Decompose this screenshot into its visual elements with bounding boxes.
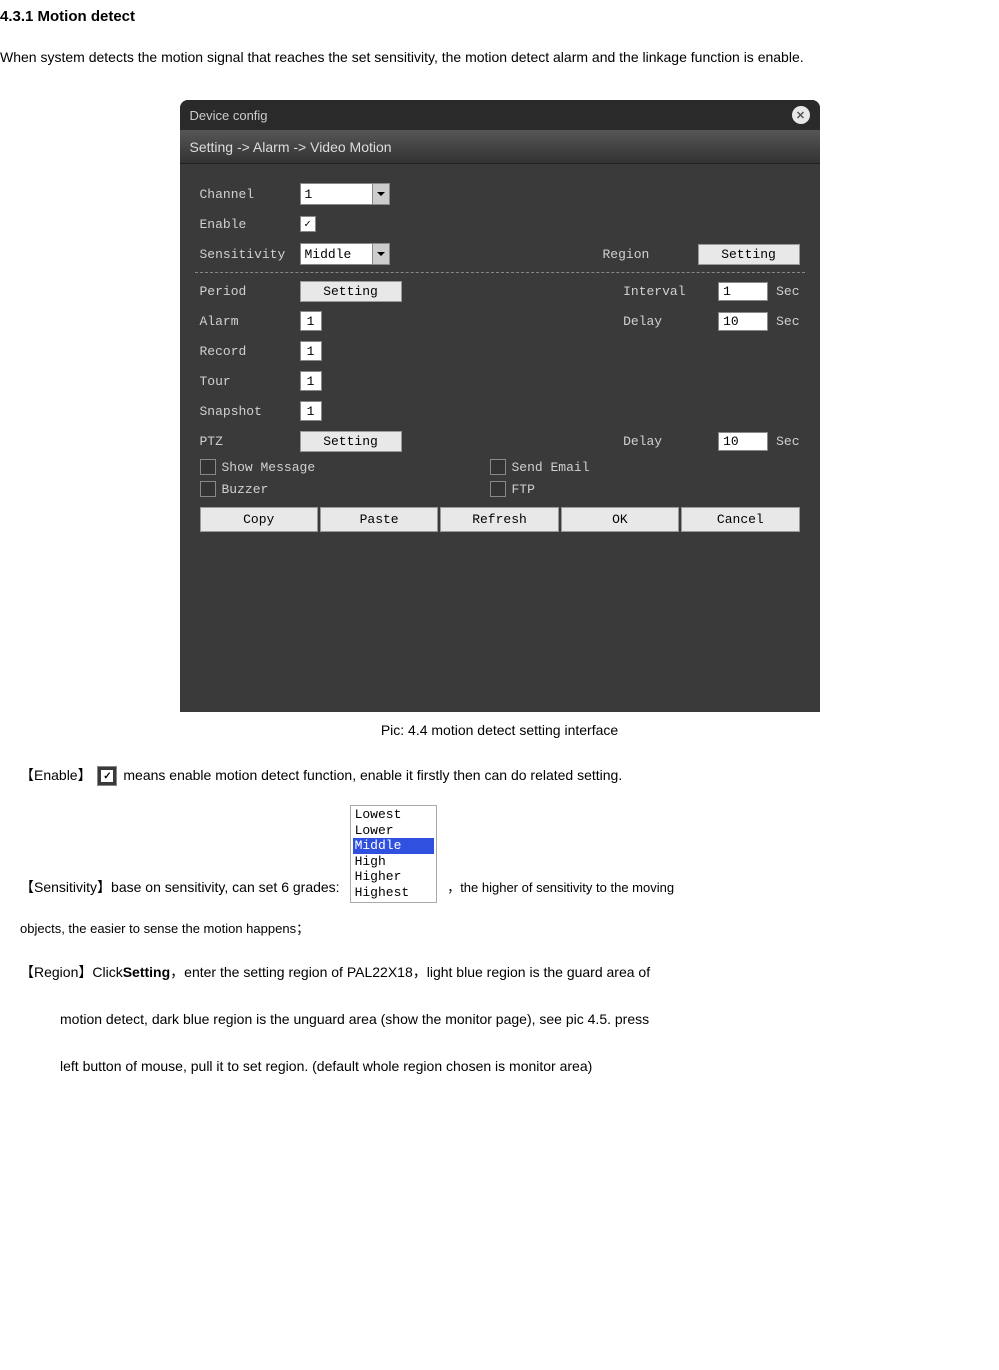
buzzer-label: Buzzer [222, 482, 269, 497]
refresh-button[interactable]: Refresh [440, 507, 558, 532]
intro-paragraph: When system detects the motion signal th… [0, 40, 999, 75]
snapshot-label: Snapshot [200, 404, 300, 419]
channel-label: Channel [200, 187, 300, 202]
delay2-label: Delay [623, 434, 718, 449]
sensitivity-description: 【Sensitivity】 base on sensitivity, can s… [20, 805, 979, 903]
sensitivity-options-icon: Lowest Lower Middle High Higher Highest [350, 805, 438, 903]
ok-button[interactable]: OK [561, 507, 679, 532]
titlebar: Device config ✕ [180, 100, 820, 130]
delay-input[interactable]: 10 [718, 312, 768, 331]
paste-button[interactable]: Paste [320, 507, 438, 532]
dialog-screenshot: Device config ✕ Setting -> Alarm -> Vide… [180, 100, 820, 712]
alarm-toggle[interactable]: 1 [300, 311, 322, 331]
checkbox-checked-icon: ✓ [97, 766, 117, 786]
delay-label: Delay [623, 314, 718, 329]
delay-unit: Sec [776, 314, 799, 329]
region-description: 【Region】ClickSetting，enter the setting r… [20, 955, 979, 990]
breadcrumb: Setting -> Alarm -> Video Motion [180, 130, 820, 164]
region-label: Region [603, 247, 698, 262]
enable-checkbox[interactable]: ✓ [300, 216, 316, 232]
interval-input[interactable]: 1 [718, 282, 768, 301]
enable-description: 【Enable】 ✓ means enable motion detect fu… [20, 758, 979, 793]
cancel-button[interactable]: Cancel [681, 507, 799, 532]
region-setting-button[interactable]: Setting [698, 244, 800, 265]
delay2-input[interactable]: 10 [718, 432, 768, 451]
record-label: Record [200, 344, 300, 359]
period-setting-button[interactable]: Setting [300, 281, 402, 302]
enable-label: Enable [200, 217, 300, 232]
sensitivity-description-cont: objects, the easier to sense the motion … [20, 915, 979, 944]
delay2-unit: Sec [776, 434, 799, 449]
interval-unit: Sec [776, 284, 799, 299]
alarm-label: Alarm [200, 314, 300, 329]
ptz-label: PTZ [200, 434, 300, 449]
record-toggle[interactable]: 1 [300, 341, 322, 361]
tour-toggle[interactable]: 1 [300, 371, 322, 391]
chevron-down-icon [372, 244, 389, 264]
dialog-title: Device config [190, 108, 268, 123]
region-description-line3: left button of mouse, pull it to set reg… [60, 1049, 979, 1084]
show-message-checkbox[interactable] [200, 459, 216, 475]
section-heading: 4.3.1 Motion detect [0, 8, 999, 25]
send-email-label: Send Email [512, 460, 590, 475]
separator [195, 272, 805, 273]
ftp-label: FTP [512, 482, 535, 497]
figure-caption: Pic: 4.4 motion detect setting interface [0, 722, 999, 738]
snapshot-toggle[interactable]: 1 [300, 401, 322, 421]
send-email-checkbox[interactable] [490, 459, 506, 475]
ptz-setting-button[interactable]: Setting [300, 431, 402, 452]
region-description-line2: motion detect, dark blue region is the u… [60, 1002, 979, 1037]
copy-button[interactable]: Copy [200, 507, 318, 532]
channel-dropdown[interactable]: 1 [300, 183, 390, 205]
show-message-label: Show Message [222, 460, 316, 475]
ftp-checkbox[interactable] [490, 481, 506, 497]
buzzer-checkbox[interactable] [200, 481, 216, 497]
chevron-down-icon [372, 184, 389, 204]
close-icon[interactable]: ✕ [792, 106, 810, 124]
period-label: Period [200, 284, 300, 299]
sensitivity-dropdown[interactable]: Middle [300, 243, 390, 265]
tour-label: Tour [200, 374, 300, 389]
sensitivity-label: Sensitivity [200, 247, 300, 262]
interval-label: Interval [623, 284, 718, 299]
